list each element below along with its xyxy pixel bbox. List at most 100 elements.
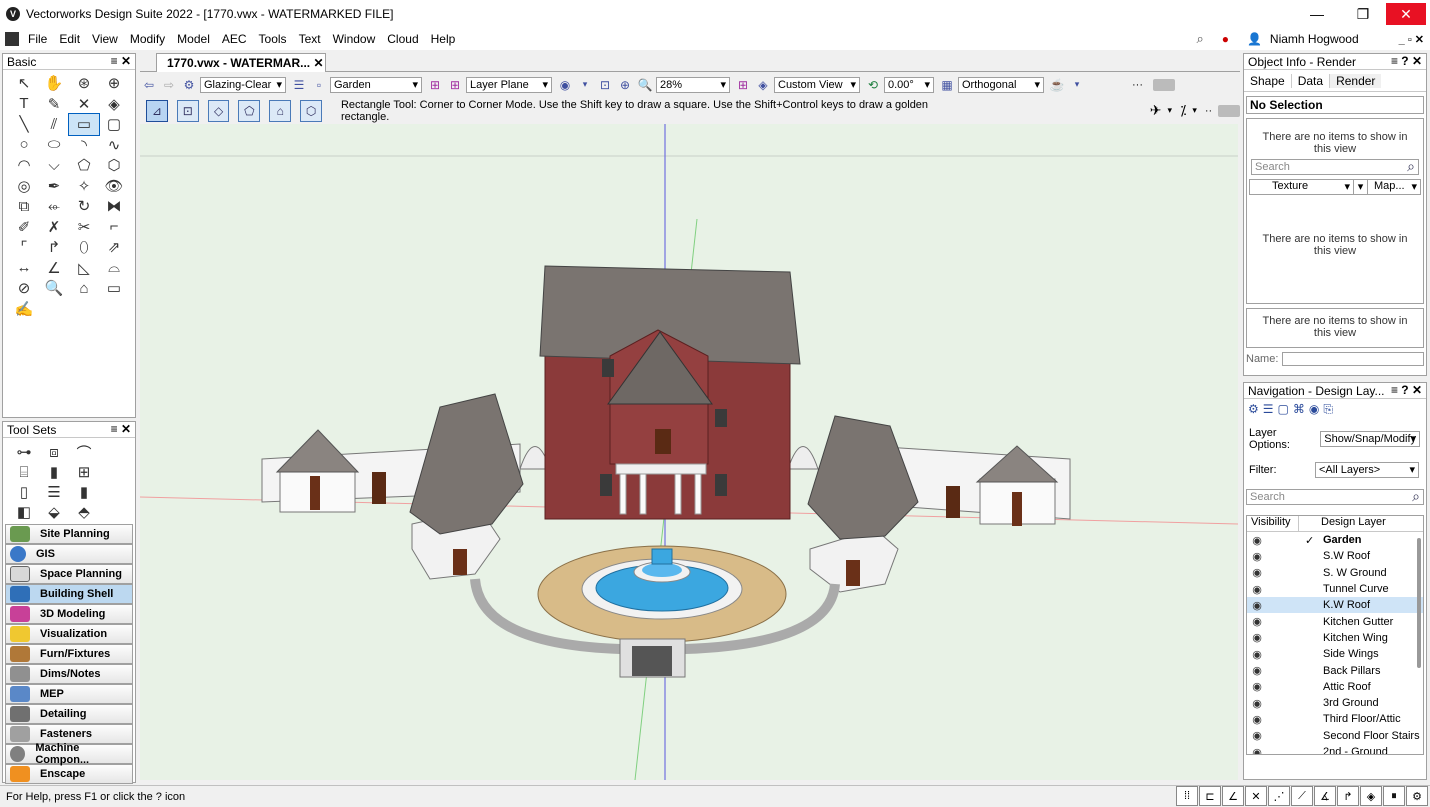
- working-plane-select[interactable]: Layer Plane: [466, 76, 552, 93]
- pause-snap-icon[interactable]: ⏸: [1383, 786, 1405, 806]
- zoom-tool-icon[interactable]: ⊕: [99, 73, 129, 94]
- object-info-controls[interactable]: ≡ ? ✕: [1391, 54, 1422, 68]
- drawing-viewport[interactable]: [140, 124, 1238, 780]
- toolsets-menu-icon[interactable]: ≡ ✕: [111, 422, 131, 436]
- nav-references-icon[interactable]: ◉: [1309, 402, 1319, 416]
- layer-row[interactable]: ◉ Back Pillars: [1247, 662, 1423, 678]
- toolset-furn-fixtures[interactable]: Furn/Fixtures: [5, 644, 133, 664]
- menu-window[interactable]: Window: [327, 32, 382, 46]
- toolset-machine-components[interactable]: Machine Compon...: [5, 742, 133, 766]
- selection-tool-icon[interactable]: ↖: [9, 73, 39, 94]
- user-name[interactable]: Niamh Hogwood: [1270, 32, 1359, 46]
- eye-icon[interactable]: ◉: [1247, 534, 1267, 547]
- oval-tool-icon[interactable]: ⬭: [39, 135, 69, 156]
- rounded-rectangle-tool-icon[interactable]: ▢: [99, 114, 129, 135]
- texture-column-header[interactable]: Texture ▾: [1250, 180, 1354, 194]
- clip-tool-icon[interactable]: ↱: [39, 237, 69, 258]
- stair-tool-icon[interactable]: ☰: [39, 482, 69, 502]
- nav-layers-icon[interactable]: ☰: [1263, 402, 1274, 416]
- palette-controls[interactable]: _ ▫ ✕: [1399, 33, 1424, 46]
- eye-icon[interactable]: ◉: [1247, 648, 1267, 661]
- column-tool-icon[interactable]: ▮: [39, 462, 69, 482]
- rotate-plan-icon[interactable]: ⟲: [864, 76, 882, 94]
- standard-views-icon[interactable]: ⊞: [734, 76, 752, 94]
- protractor-tool-icon[interactable]: ⌓: [99, 258, 129, 279]
- spiral-tool-icon[interactable]: ◎: [9, 176, 39, 197]
- rectangle-preferences-button[interactable]: ⬡: [300, 99, 322, 122]
- zoom-fit-icon[interactable]: ⊡: [596, 76, 614, 94]
- center-corner-mode-button[interactable]: ⊡: [176, 99, 199, 122]
- maximize-button[interactable]: ❐: [1340, 0, 1386, 28]
- layer-options-icon[interactable]: ⊞: [426, 76, 444, 94]
- snap-settings-dropdown-icon[interactable]: ▾: [1168, 105, 1173, 116]
- three-point-mode-button[interactable]: ⬠: [238, 99, 261, 122]
- polygon-tool-icon[interactable]: ⬠: [69, 155, 99, 176]
- map-column-dropdown-icon[interactable]: ▾: [1354, 180, 1368, 194]
- trim-tool-icon[interactable]: ✐: [9, 217, 39, 238]
- toolset-visualization[interactable]: Visualization: [5, 624, 133, 644]
- eye-icon[interactable]: ◉: [1247, 697, 1267, 710]
- toolset-mep[interactable]: MEP: [5, 684, 133, 704]
- render-search-input[interactable]: Search: [1251, 158, 1419, 175]
- class-icon[interactable]: ⚙: [180, 76, 198, 94]
- snap-intersection-icon[interactable]: ✕: [1245, 786, 1267, 806]
- menu-file[interactable]: File: [22, 32, 53, 46]
- toolset-fasteners[interactable]: Fasteners: [5, 724, 133, 744]
- menu-modify[interactable]: Modify: [124, 32, 171, 46]
- text-tool-icon[interactable]: T: [9, 94, 39, 115]
- visibility-tool-icon[interactable]: 👁: [99, 176, 129, 197]
- tape-measure-tool-icon[interactable]: ◺: [69, 258, 99, 279]
- round-wall-tool-icon[interactable]: ⌒: [69, 442, 99, 462]
- rectangle-plane-mode-button[interactable]: ⌂: [269, 99, 292, 122]
- layer-row[interactable]: ◉ Attic Roof: [1247, 679, 1423, 695]
- menu-aec[interactable]: AEC: [216, 32, 253, 46]
- circle-tool-icon[interactable]: ○: [9, 135, 39, 156]
- rotate-tool-icon[interactable]: ↻: [69, 196, 99, 217]
- dimension-tool-icon[interactable]: ↔: [9, 258, 39, 279]
- nav-sheets-icon[interactable]: ▢: [1278, 402, 1289, 416]
- polyline-tool-icon[interactable]: ⌵: [39, 155, 69, 176]
- snap-distance-icon[interactable]: ⋰: [1268, 786, 1290, 806]
- snap-edge-icon[interactable]: ↱: [1337, 786, 1359, 806]
- tab-close-icon[interactable]: ✕: [314, 56, 324, 70]
- eye-icon[interactable]: ◉: [1247, 680, 1267, 693]
- 3d-view-icon[interactable]: ◈: [754, 76, 772, 94]
- create-objects-tool-icon[interactable]: ✍: [9, 299, 39, 320]
- eye-icon[interactable]: ◉: [1247, 550, 1267, 563]
- layer-list-scrollbar[interactable]: [1417, 538, 1421, 668]
- menu-text[interactable]: Text: [293, 32, 327, 46]
- palette-menu-icon[interactable]: ≡ ✕: [111, 54, 131, 68]
- toolset-enscape[interactable]: Enscape: [5, 764, 133, 784]
- offset-tool-icon[interactable]: ⧉: [9, 196, 39, 217]
- wall-tool-icon[interactable]: ⊶: [9, 442, 39, 462]
- class-options-icon[interactable]: ⊞: [446, 76, 464, 94]
- attribute-mapping-tool-icon[interactable]: 🔍: [39, 278, 69, 299]
- arc-tool-icon[interactable]: ◝: [69, 135, 99, 156]
- view-options-dropdown-icon[interactable]: ▾: [1068, 76, 1086, 94]
- callout-tool-icon[interactable]: ✎: [39, 94, 69, 115]
- rectangle-tool-icon[interactable]: ▭: [68, 113, 100, 136]
- snap-point-icon[interactable]: ∡: [1314, 786, 1336, 806]
- snap-grid-icon[interactable]: ⁞⁞: [1176, 786, 1198, 806]
- menu-model[interactable]: Model: [171, 32, 216, 46]
- snap-angle-icon[interactable]: ∠: [1222, 786, 1244, 806]
- menu-tools[interactable]: Tools: [253, 32, 293, 46]
- tab-render[interactable]: Render: [1329, 73, 1382, 88]
- layer-row[interactable]: ◉ S.W Roof: [1247, 548, 1423, 564]
- eye-icon[interactable]: ◉: [1247, 729, 1267, 742]
- layer-options-select[interactable]: Show/Snap/Modify: [1320, 431, 1420, 447]
- roof-tool-icon[interactable]: ◧: [9, 502, 39, 522]
- floor-tool-icon[interactable]: ⬘: [69, 502, 99, 522]
- clip-cube-tool-icon[interactable]: ⌂: [69, 278, 99, 299]
- eye-icon[interactable]: ◉: [1247, 615, 1267, 628]
- map-column-header[interactable]: Map... ▾: [1368, 180, 1420, 194]
- slab-tool-icon[interactable]: ⬙: [39, 502, 69, 522]
- section-tool-icon[interactable]: ▭: [99, 278, 129, 299]
- curtain-wall-tool-icon[interactable]: ⧈: [39, 442, 69, 462]
- eye-icon[interactable]: ◉: [1247, 583, 1267, 596]
- 3d-locus-tool-icon[interactable]: ◈: [99, 94, 129, 115]
- zoom-select[interactable]: 28%: [656, 76, 730, 93]
- connect-tool-icon[interactable]: ✗: [39, 217, 69, 238]
- eye-icon[interactable]: ◉: [1247, 631, 1267, 644]
- layer-search-input[interactable]: Search: [1246, 488, 1424, 505]
